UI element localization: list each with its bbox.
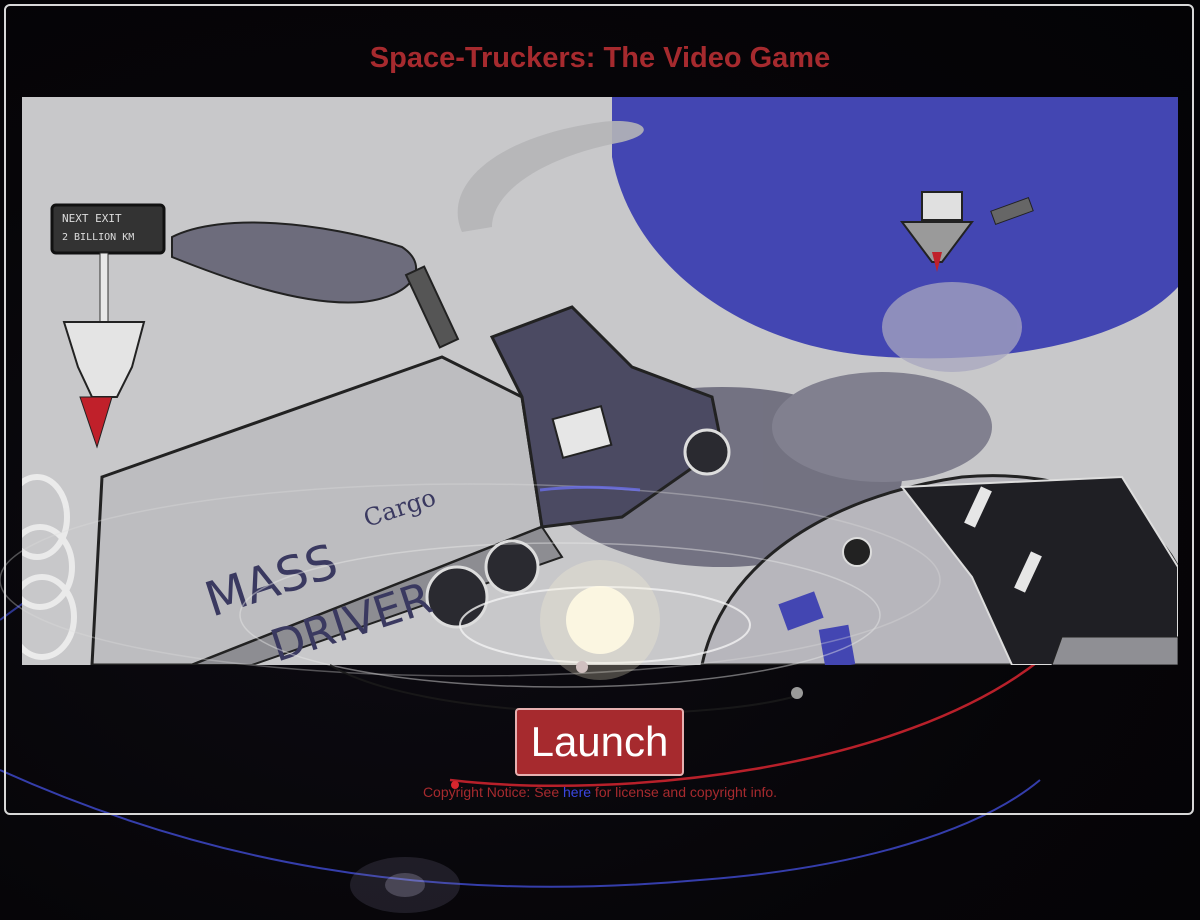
svg-text:2 BILLION KM: 2 BILLION KM <box>62 232 134 243</box>
page-title: Space-Truckers: The Video Game <box>369 42 831 74</box>
copyright-notice: Copyright Notice: See here for license a… <box>0 783 1200 801</box>
highway-sign: NEXT EXIT 2 BILLION KM <box>50 203 166 449</box>
splash-art: NEXT EXIT 2 BILLION KM MASS DRIVER Cargo <box>22 97 1178 665</box>
copyright-prefix: Copyright Notice: See <box>422 784 564 800</box>
svg-text:NEXT EXIT: NEXT EXIT <box>62 212 122 225</box>
game-landing-page: Space-Truckers: The Video Game NEXT EXIT… <box>0 0 1200 920</box>
license-link[interactable]: here <box>563 784 591 800</box>
hero-splash-image: NEXT EXIT 2 BILLION KM MASS DRIVER Cargo <box>22 97 1178 665</box>
cargo-truck: MASS DRIVER Cargo <box>90 265 731 665</box>
coil-shape <box>22 474 77 660</box>
launch-button[interactable]: Launch <box>515 708 684 776</box>
copyright-suffix: for license and copyright info. <box>591 784 778 800</box>
